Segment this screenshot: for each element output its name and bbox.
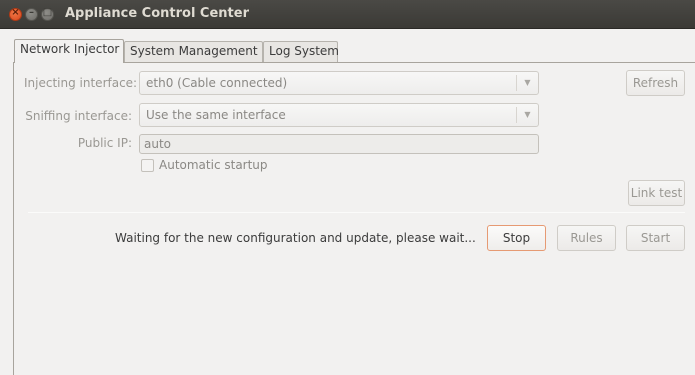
automatic-startup-checkbox[interactable] [141,159,154,172]
close-icon: × [11,7,20,18]
maximize-window-button[interactable]: □ [41,7,54,21]
refresh-button[interactable]: Refresh [626,70,685,96]
chevron-down-icon: ▼ [516,75,538,91]
injecting-interface-label: Injecting interface: [24,76,138,90]
stop-button[interactable]: Stop [487,225,546,251]
status-message: Waiting for the new configuration and up… [115,231,476,245]
tab-log-system[interactable]: Log System [263,41,339,62]
injecting-interface-select[interactable]: eth0 (Cable connected) ▼ [139,71,539,95]
title-bar: × – □ Appliance Control Center [0,0,695,29]
sniffing-interface-select[interactable]: Use the same interface ▼ [139,103,539,127]
chevron-down-icon: ▼ [516,107,538,123]
rules-button[interactable]: Rules [557,225,616,251]
tab-network-injector[interactable]: Network Injector [14,39,124,63]
sniffing-interface-value: Use the same interface [146,108,286,122]
section-divider [28,212,685,213]
close-window-button[interactable]: × [9,7,22,21]
window-title: Appliance Control Center [65,6,249,21]
public-ip-field[interactable]: auto [139,134,539,154]
minimize-icon: – [29,7,34,18]
maximize-icon: □ [42,7,53,18]
tab-system-management[interactable]: System Management [124,41,263,62]
public-ip-label: Public IP: [77,136,132,150]
automatic-startup-label[interactable]: Automatic startup [159,158,268,172]
start-button[interactable]: Start [626,225,685,251]
minimize-window-button[interactable]: – [25,7,38,21]
sniffing-interface-label: Sniffing interface: [25,109,132,123]
injecting-interface-value: eth0 (Cable connected) [146,76,288,90]
link-test-button[interactable]: Link test [628,180,685,206]
